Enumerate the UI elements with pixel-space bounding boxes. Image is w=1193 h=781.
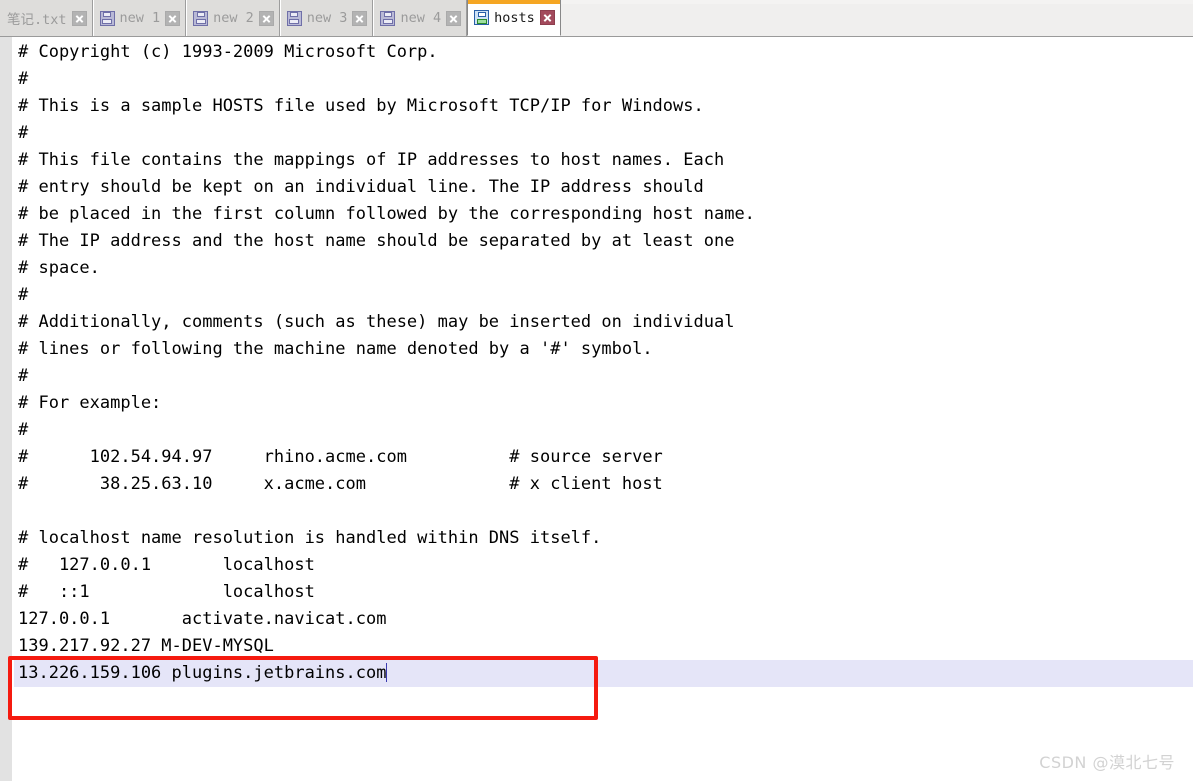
editor-gutter bbox=[0, 37, 13, 781]
tab-close-icon[interactable] bbox=[258, 10, 274, 26]
csdn-watermark: CSDN @漠北七号 bbox=[1039, 753, 1175, 772]
editor-line[interactable]: # Copyright (c) 1993-2009 Microsoft Corp… bbox=[14, 39, 1193, 66]
tab-active-indicator bbox=[187, 0, 279, 4]
editor-line[interactable]: # bbox=[14, 120, 1193, 147]
tab-active-indicator bbox=[374, 0, 466, 4]
editor-line[interactable]: # bbox=[14, 417, 1193, 444]
tab-new-4[interactable]: new 4 bbox=[373, 0, 468, 36]
editor-line[interactable]: # bbox=[14, 282, 1193, 309]
editor-line[interactable]: # lines or following the machine name de… bbox=[14, 336, 1193, 363]
editor-window: 笔记.txt new 1 new 2 new 3 new 4 hosts # Copyri… bbox=[0, 0, 1193, 781]
tab-close-icon[interactable] bbox=[165, 10, 181, 26]
floppy-disk-icon bbox=[380, 10, 396, 26]
editor-line[interactable]: # ::1 localhost bbox=[14, 579, 1193, 606]
text-caret bbox=[386, 663, 388, 682]
editor-line[interactable]: # This file contains the mappings of IP … bbox=[14, 147, 1193, 174]
tab-new-1[interactable]: new 1 bbox=[92, 0, 187, 36]
floppy-disk-icon bbox=[286, 10, 302, 26]
editor-line[interactable]: # The IP address and the host name shoul… bbox=[14, 228, 1193, 255]
editor-line[interactable]: # This is a sample HOSTS file used by Mi… bbox=[14, 93, 1193, 120]
editor-line[interactable]: 127.0.0.1 activate.navicat.com bbox=[14, 606, 1193, 633]
editor-line[interactable] bbox=[14, 498, 1193, 525]
editor-line[interactable] bbox=[14, 714, 1193, 741]
tab-list: 笔记.txt new 1 new 2 new 3 new 4 hosts bbox=[0, 0, 561, 36]
floppy-disk-icon bbox=[193, 10, 209, 26]
editor-line[interactable]: 13.226.159.106 plugins.jetbrains.com bbox=[14, 660, 1193, 687]
tab-label: new 4 bbox=[400, 10, 442, 26]
floppy-disk-icon bbox=[99, 10, 115, 26]
editor-line[interactable]: # For example: bbox=[14, 390, 1193, 417]
editor-line[interactable]: # Additionally, comments (such as these)… bbox=[14, 309, 1193, 336]
tab-笔记.txt[interactable]: 笔记.txt bbox=[0, 0, 93, 36]
editor-line[interactable]: # bbox=[14, 363, 1193, 390]
editor-line[interactable]: # localhost name resolution is handled w… bbox=[14, 525, 1193, 552]
tab-label: 笔记.txt bbox=[7, 12, 67, 28]
editor-line[interactable]: # 127.0.0.1 localhost bbox=[14, 552, 1193, 579]
tab-bar: 笔记.txt new 1 new 2 new 3 new 4 hosts bbox=[0, 0, 1193, 37]
editor-line[interactable]: # be placed in the first column followed… bbox=[14, 201, 1193, 228]
editor-line[interactable]: # 38.25.63.10 x.acme.com # x client host bbox=[14, 471, 1193, 498]
floppy-disk-icon bbox=[474, 10, 490, 25]
tab-close-icon[interactable] bbox=[71, 10, 87, 26]
editor-line[interactable]: # 102.54.94.97 rhino.acme.com # source s… bbox=[14, 444, 1193, 471]
tab-label: new 3 bbox=[306, 10, 348, 26]
tab-active-indicator bbox=[0, 0, 92, 4]
tab-active-indicator bbox=[94, 0, 186, 4]
tab-close-icon[interactable] bbox=[539, 10, 555, 25]
tab-close-icon[interactable] bbox=[446, 10, 462, 26]
tab-label: hosts bbox=[494, 9, 535, 26]
tab-label: new 2 bbox=[213, 10, 254, 26]
editor-line[interactable] bbox=[14, 687, 1193, 714]
editor-line[interactable]: 139.217.92.27 M-DEV-MYSQL bbox=[14, 633, 1193, 660]
tab-close-icon[interactable] bbox=[352, 10, 368, 26]
editor-text-content[interactable]: # Copyright (c) 1993-2009 Microsoft Corp… bbox=[14, 37, 1193, 781]
editor-line[interactable]: # entry should be kept on an individual … bbox=[14, 174, 1193, 201]
editor-line[interactable]: # space. bbox=[14, 255, 1193, 282]
editor-area[interactable]: # Copyright (c) 1993-2009 Microsoft Corp… bbox=[0, 37, 1193, 781]
tab-active-indicator bbox=[281, 0, 373, 4]
tab-new-3[interactable]: new 3 bbox=[279, 0, 374, 36]
tab-new-2[interactable]: new 2 bbox=[186, 0, 280, 36]
tab-active-indicator bbox=[468, 0, 560, 4]
tab-hosts[interactable]: hosts bbox=[467, 0, 561, 36]
tab-label: new 1 bbox=[119, 10, 161, 26]
editor-line[interactable]: # bbox=[14, 66, 1193, 93]
